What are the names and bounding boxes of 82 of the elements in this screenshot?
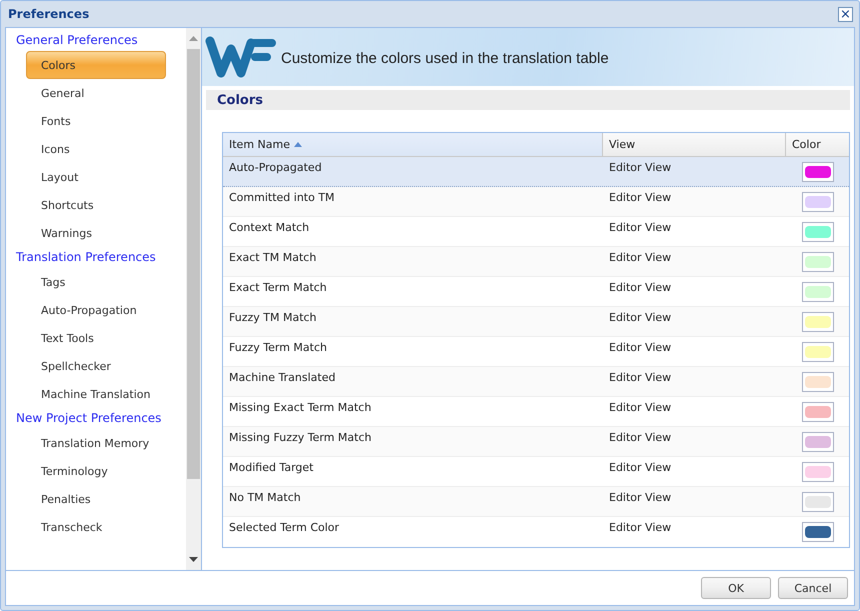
dialog-button[interactable]: Cancel (778, 577, 848, 599)
column-label: Item Name (229, 138, 290, 151)
logo-icon (205, 35, 277, 79)
sidebar-item[interactable]: Layout (26, 163, 166, 191)
table-cell-text: Editor View (608, 370, 672, 386)
sidebar-item[interactable]: Auto-Propagation (26, 296, 166, 324)
color-picker-button[interactable] (802, 252, 834, 272)
sidebar-item[interactable]: Text Tools (26, 324, 166, 352)
dialog-button[interactable]: OK (701, 577, 771, 599)
sidebar-item[interactable]: Icons (26, 135, 166, 163)
sidebar-item[interactable]: Transcheck (26, 513, 166, 541)
table-cell-text: Editor View (608, 490, 672, 506)
sidebar-item[interactable]: Tags (26, 268, 166, 296)
scroll-down-icon[interactable] (189, 557, 198, 562)
table-row[interactable]: Fuzzy TM Match Editor View (223, 307, 849, 337)
category-link[interactable]: General Preferences (6, 30, 186, 51)
sidebar-item[interactable]: General (26, 79, 166, 107)
table-row[interactable]: Exact TM Match Editor View (223, 247, 849, 277)
table-cell-text: Auto-Propagated (228, 160, 323, 176)
table-cell-text: Missing Exact Term Match (228, 400, 372, 416)
color-picker-button[interactable] (802, 312, 834, 332)
scrollbar-thumb[interactable] (187, 49, 200, 479)
color-picker-button[interactable] (802, 522, 834, 542)
table-row[interactable]: No TM Match Editor View (223, 487, 849, 517)
section-title: Colors (217, 92, 264, 108)
column-header[interactable]: View (603, 133, 786, 156)
table-row[interactable]: Auto-Propagated Editor View (223, 157, 849, 187)
table-cell-text: Editor View (608, 310, 672, 326)
table-cell-text: Selected Term Color (228, 520, 340, 536)
color-picker-button[interactable] (802, 342, 834, 362)
column-header[interactable]: Item Name (223, 133, 603, 156)
sidebar-item[interactable]: Translation Memory (26, 429, 166, 457)
table-cell-text: No TM Match (228, 490, 302, 506)
table-cell-text: Editor View (608, 190, 672, 206)
window-title: Preferences (8, 7, 90, 21)
color-picker-button[interactable] (802, 402, 834, 422)
sidebar-item[interactable]: Warnings (26, 219, 166, 247)
table-row[interactable]: Committed into TM Editor View (223, 187, 849, 217)
table-cell-text: Editor View (608, 220, 672, 236)
sidebar-item[interactable]: Shortcuts (26, 191, 166, 219)
table-cell-text: Missing Fuzzy Term Match (228, 430, 372, 446)
table-cell-text: Editor View (608, 250, 672, 266)
sidebar-item[interactable]: Fonts (26, 107, 166, 135)
sidebar-item[interactable]: Colors (26, 51, 166, 79)
table-cell-text: Fuzzy Term Match (228, 340, 328, 356)
color-picker-button[interactable] (802, 372, 834, 392)
column-label: Color (792, 138, 821, 151)
sidebar-item[interactable]: Terminology (26, 457, 166, 485)
scroll-up-icon[interactable] (189, 36, 198, 41)
color-picker-button[interactable] (802, 432, 834, 452)
table-cell-text: Editor View (608, 160, 672, 176)
table-cell-text: Committed into TM (228, 190, 336, 206)
table-cell-text: Editor View (608, 340, 672, 356)
scrollbar[interactable] (186, 28, 201, 570)
color-picker-button[interactable] (802, 192, 834, 212)
column-header[interactable]: Color (786, 133, 849, 156)
column-label: View (609, 138, 636, 151)
table-cell-text: Editor View (608, 400, 672, 416)
close-button[interactable]: × (838, 6, 853, 22)
table-cell-text: Fuzzy TM Match (228, 310, 318, 326)
table-row[interactable]: Missing Fuzzy Term Match Editor View (223, 427, 849, 457)
category-link[interactable]: Translation Preferences (6, 247, 186, 268)
table-cell-text: Exact TM Match (228, 250, 318, 266)
header-text: Customize the colors used in the translation table (281, 50, 609, 66)
sidebar-item[interactable]: Machine Translation (26, 380, 166, 408)
table-cell-text: Modified Target (228, 460, 314, 476)
color-picker-button[interactable] (802, 492, 834, 512)
category-link[interactable]: New Project Preferences (6, 408, 186, 429)
color-picker-button[interactable] (802, 282, 834, 302)
sidebar-item[interactable]: Spellchecker (26, 352, 166, 380)
color-picker-button[interactable] (802, 462, 834, 482)
color-picker-button[interactable] (802, 162, 834, 182)
table-row[interactable]: Machine Translated Editor View (223, 367, 849, 397)
table-cell-text: Editor View (608, 280, 672, 296)
color-picker-button[interactable] (802, 222, 834, 242)
table-cell-text: Exact Term Match (228, 280, 328, 296)
sidebar-item[interactable]: Penalties (26, 485, 166, 513)
table-cell-text: Context Match (228, 220, 310, 236)
table-cell-text: Editor View (608, 520, 672, 536)
table-cell-text: Editor View (608, 460, 672, 476)
table-cell-text: Machine Translated (228, 370, 336, 386)
table-cell-text: Editor View (608, 430, 672, 446)
